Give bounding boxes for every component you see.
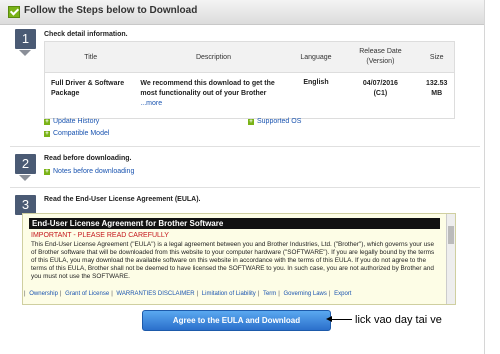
cell-language: English [303,79,329,86]
compatible-model-label: Compatible Model [53,130,110,137]
step-3-title: Read the End-User License Agreement (EUL… [44,196,201,203]
scrollbar-thumb[interactable] [448,226,454,244]
col-language: Language [290,41,342,73]
eula-important-notice: IMPORTANT - PLEASE READ CAREFULLY [31,232,169,239]
divider [10,187,480,188]
supported-os-label: Supported OS [257,118,302,125]
update-history-label: Update History [53,118,100,125]
arrowhead-icon [326,316,332,322]
step-1-badge: 1 [15,29,36,49]
step-2-title: Read before downloading. [44,155,132,162]
plus-icon: + [248,119,254,125]
col-size: Size [419,41,455,73]
eula-link-ownership[interactable]: Ownership [29,291,58,297]
agree-download-button[interactable]: Agree to the EULA and Download [142,310,331,331]
col-description: Description [136,41,291,73]
eula-heading: End-User License Agreement for Brother S… [29,218,440,229]
step-3-badge: 3 [15,195,36,215]
plus-icon: + [44,169,50,175]
release-version: (C1) [373,90,388,97]
compatible-model-link[interactable]: + Compatible Model [44,130,109,137]
steps-header: Follow the Steps below to Download [0,0,484,25]
description-text: We recommend this download to get the mo… [140,80,275,97]
eula-link-warranties[interactable]: WARRANTIES DISCLAIMER [116,291,194,297]
more-link[interactable]: ...more [140,100,162,107]
table-header-row: Title Description Language Release Date … [44,41,455,73]
plus-icon: + [44,131,50,137]
eula-scrollbar[interactable] [446,214,455,304]
divider [10,146,480,147]
update-history-link[interactable]: + Update History [44,118,99,125]
download-steps-panel: Follow the Steps below to Download 1 Che… [0,0,485,354]
step-2-badge: 2 [15,154,36,174]
table-row: Full Driver & Software Package We recomm… [45,73,455,119]
cell-title: Full Driver & Software Package [51,80,125,97]
plus-icon: + [44,119,50,125]
col-title: Title [44,41,137,73]
step-1-title: Check detail information. [44,31,128,38]
eula-link-term[interactable]: Term [263,291,276,297]
step-arrow-icon [19,175,31,181]
eula-link-liability[interactable]: Limitation of Liability [202,291,256,297]
eula-body-text: This End-User License Agreement ("EULA")… [31,241,435,280]
cell-size: 132.53 MB [426,80,448,97]
supported-os-link[interactable]: + Supported OS [248,118,301,125]
cell-release-date: 04/07/2016 (C1) [341,73,419,119]
steps-header-title: Follow the Steps below to Download [24,5,198,16]
eula-link-governing[interactable]: Governing Laws [284,291,327,297]
col-release-date: Release Date (Version) [341,41,420,73]
eula-link-grant[interactable]: Grant of License [65,291,109,297]
download-table: Title Description Language Release Date … [44,41,455,119]
eula-section-links: | Ownership | Grant of License | WARRANTIE… [24,291,352,297]
release-date: 04/07/2016 [362,80,398,87]
cell-description: We recommend this download to get the mo… [136,73,290,119]
notes-label: Notes before downloading [53,168,135,175]
step-arrow-icon [19,50,31,56]
annotation-text: lick vao day tai ve [355,314,442,326]
checkbox-icon [8,6,20,18]
eula-link-export[interactable]: Export [334,291,351,297]
annotation-arrow [330,319,352,320]
notes-before-downloading-link[interactable]: + Notes before downloading [44,168,134,175]
